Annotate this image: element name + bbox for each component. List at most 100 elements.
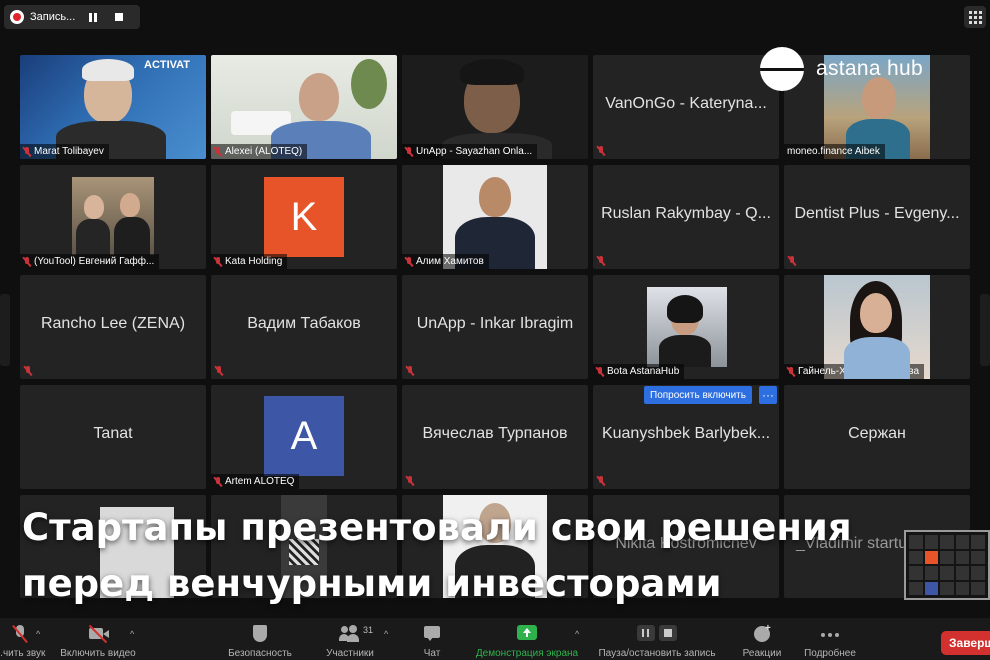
mic-muted-icon <box>787 366 795 377</box>
participant-name: (YouTool) Евгений Гафф... <box>34 256 155 267</box>
participant-tile[interactable]: Сержан <box>784 385 970 489</box>
article-headline: Стартапы презентовали свои решения перед… <box>22 500 852 612</box>
pause-stop-recording-icon <box>635 625 679 643</box>
pause-recording-button[interactable] <box>85 9 101 25</box>
mic-muted-icon <box>23 146 31 157</box>
participant-label: Marat Tolibayev <box>20 144 109 159</box>
participant-tile[interactable]: Alexei (ALOTEQ) <box>211 55 397 159</box>
mic-muted-icon <box>214 146 222 157</box>
reactions-button[interactable]: + Реакции <box>736 618 788 660</box>
share-screen-icon <box>516 625 538 643</box>
participant-tile[interactable]: Гайнель-Хаят Машрапова <box>784 275 970 379</box>
participant-label: Алим Хамитов <box>402 254 489 269</box>
participant-name: Алим Хамитов <box>416 256 484 267</box>
more-button[interactable]: Подробнее <box>800 618 860 660</box>
participant-name-display: Вячеслав Турпанов <box>422 425 568 442</box>
participant-avatar: K <box>264 177 344 257</box>
share-options-chevron-icon[interactable]: ^ <box>575 629 579 639</box>
activat-watermark: ACTIVAT <box>144 59 191 71</box>
pause-stop-recording-label: Пауза/остановить запись <box>598 648 716 659</box>
participant-tile[interactable]: Rancho Lee (ZENA) <box>20 275 206 379</box>
participant-name-display: Kuanyshbek Barlybek... <box>601 425 771 442</box>
participant-tile[interactable]: Алим Хамитов <box>402 165 588 269</box>
more-label: Подробнее <box>804 648 856 659</box>
audio-options-chevron-icon[interactable]: ^ <box>36 629 40 639</box>
participant-tile[interactable]: Вадим Табаков <box>211 275 397 379</box>
participant-name-display: Dentist Plus - Evgeny... <box>794 205 960 222</box>
participant-tile[interactable]: Dentist Plus - Evgeny... <box>784 165 970 269</box>
meeting-toolbar: ...чить звук ^ Включить видео ^ Безопасн… <box>0 618 990 660</box>
participant-tile[interactable]: A Artem ALOTEQ <box>211 385 397 489</box>
participant-tile[interactable]: (YouTool) Евгений Гафф... <box>20 165 206 269</box>
participant-tile[interactable]: Tanat <box>20 385 206 489</box>
participant-tile[interactable]: Вячеслав Турпанов <box>402 385 588 489</box>
gallery-view-button[interactable] <box>964 6 986 28</box>
participant-name-display: VanOnGo - Kateryna... <box>605 95 767 112</box>
stop-icon <box>115 13 124 21</box>
logo-text: astana hub <box>816 57 923 80</box>
mic-muted-icon <box>9 624 31 644</box>
participant-name: Marat Tolibayev <box>34 146 104 157</box>
mic-muted-icon <box>597 146 605 156</box>
screen-share-thumbnail[interactable] <box>904 530 990 600</box>
next-page-handle[interactable] <box>980 294 990 366</box>
unmute-label: ...чить звук <box>0 648 46 659</box>
participant-name: Artem ALOTEQ <box>225 476 295 487</box>
reactions-icon: + <box>751 623 773 643</box>
stop-recording-button[interactable] <box>111 9 127 25</box>
participant-more-button[interactable]: ··· <box>759 386 777 404</box>
chat-button[interactable]: Чат <box>414 618 450 660</box>
participants-icon: 31 <box>339 625 373 643</box>
pause-icon <box>89 12 98 22</box>
security-button[interactable]: Безопасность <box>224 618 296 660</box>
participants-options-chevron-icon[interactable]: ^ <box>384 629 388 639</box>
mic-muted-icon <box>214 476 222 487</box>
headline-line-2: перед венчурными инвесторами <box>22 562 722 605</box>
share-screen-label: Демонстрация экрана <box>475 648 579 659</box>
unmute-button[interactable]: ...чить звук <box>0 618 46 660</box>
participants-button[interactable]: 31 Участники <box>318 618 382 660</box>
more-dots-icon <box>819 625 841 643</box>
mic-muted-icon <box>597 256 605 266</box>
astana-hub-logo: astana hub <box>760 47 923 91</box>
participant-name-display: Rancho Lee (ZENA) <box>40 315 186 332</box>
participant-label: UnApp - Sayazhan Onla... <box>402 144 538 159</box>
mic-muted-icon <box>788 256 796 266</box>
participant-label: Artem ALOTEQ <box>211 474 300 489</box>
security-label: Безопасность <box>228 648 292 659</box>
participant-label: (YouTool) Евгений Гафф... <box>20 254 160 269</box>
participant-tile[interactable]: K Kata Holding <box>211 165 397 269</box>
participant-name-display: Ruslan Rakymbay - Q... <box>601 205 771 222</box>
participant-label: Bota AstanaHub <box>593 364 685 379</box>
video-off-icon <box>87 624 109 644</box>
participant-tile[interactable]: VanOnGo - Kateryna... <box>593 55 779 159</box>
end-meeting-button[interactable]: Заверш <box>941 631 990 655</box>
pause-stop-recording-button[interactable]: Пауза/остановить запись <box>594 618 720 660</box>
participant-name-display: Tanat <box>93 425 133 442</box>
participant-avatar: A <box>264 396 344 476</box>
ask-to-start-video-button[interactable]: Попросить включить <box>644 386 752 404</box>
participant-video <box>72 177 154 255</box>
mic-muted-icon <box>597 476 605 486</box>
recording-indicator[interactable]: Запись... <box>4 5 140 29</box>
participant-tile[interactable]: UnApp - Inkar Ibragim <box>402 275 588 379</box>
share-screen-button[interactable]: Демонстрация экрана <box>470 618 584 660</box>
mic-muted-icon <box>406 476 414 486</box>
shield-icon <box>249 625 271 643</box>
zoom-meeting-window: Запись... astana hub ACTIVAT Marat Tolib… <box>0 0 990 660</box>
participant-tile[interactable]: Ruslan Rakymbay - Q... <box>593 165 779 269</box>
start-video-label: Включить видео <box>60 648 136 659</box>
participant-label: Alexei (ALOTEQ) <box>211 144 308 159</box>
mic-muted-icon <box>215 366 223 376</box>
prev-page-handle[interactable] <box>0 294 10 366</box>
participant-tile[interactable]: UnApp - Sayazhan Onla... <box>402 55 588 159</box>
mic-muted-icon <box>24 366 32 376</box>
participant-tile[interactable]: ACTIVAT Marat Tolibayev <box>20 55 206 159</box>
participant-video <box>647 287 727 367</box>
record-icon <box>10 10 24 24</box>
chat-icon <box>421 625 443 643</box>
start-video-button[interactable]: Включить видео <box>56 618 140 660</box>
participant-tile[interactable]: Bota AstanaHub <box>593 275 779 379</box>
video-options-chevron-icon[interactable]: ^ <box>130 629 134 639</box>
participant-name: Alexei (ALOTEQ) <box>225 146 303 157</box>
